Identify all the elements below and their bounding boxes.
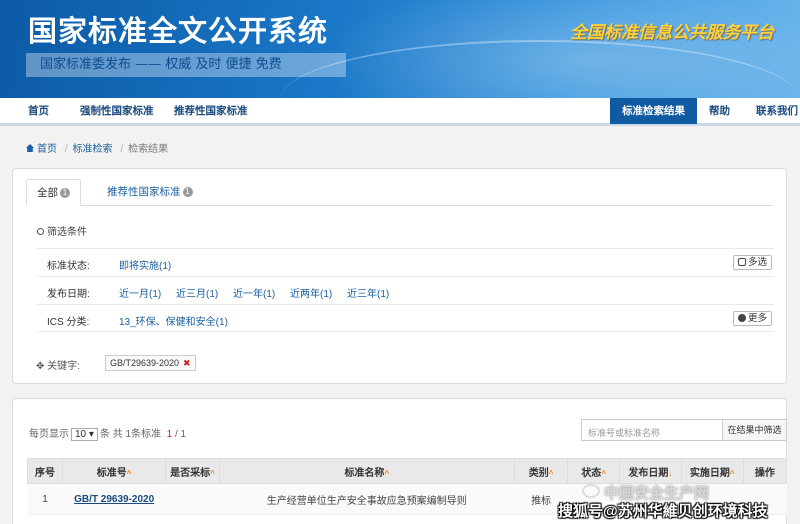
breadcrumb-separator: / bbox=[64, 144, 68, 155]
cell-adopted bbox=[165, 483, 220, 515]
breadcrumb-separator: / bbox=[120, 144, 124, 155]
filter-title: 筛选条件 bbox=[37, 223, 87, 238]
home-icon bbox=[26, 144, 34, 152]
page-total: 1 bbox=[180, 429, 187, 440]
keyword-label: ✥ 关键字: bbox=[36, 357, 80, 372]
ics-label: ICS 分类: bbox=[47, 317, 90, 328]
filter-row-date: 发布日期: 近一月(1) 近三月(1) 近一年(1) 近两年(1) 近三年(1) bbox=[37, 276, 774, 304]
multi-select-label: 多选 bbox=[747, 257, 767, 268]
cell-code-link[interactable]: GB/T 29639-2020 bbox=[62, 483, 166, 515]
breadcrumb: 首页 / 标准检索 / 检索结果 bbox=[26, 140, 168, 155]
more-button[interactable]: 更多 bbox=[732, 311, 772, 326]
ics-option[interactable]: 13_环保、保健和安全(1) bbox=[119, 313, 228, 328]
summary-post: 条标准 bbox=[131, 429, 162, 440]
col-code[interactable]: 标准号^ bbox=[62, 458, 167, 484]
date-option-1y[interactable]: 近一年(1) bbox=[233, 285, 275, 300]
table-header: 序号 标准号^ 是否采标^ 标准名称^ 类别^ 状态^ 发布日期↓ 实施日期^ … bbox=[26, 458, 788, 484]
page-current: 1 bbox=[166, 429, 173, 440]
site-title: 国家标准全文公开系统 bbox=[28, 14, 329, 48]
breadcrumb-current: 检索结果 bbox=[128, 144, 169, 155]
cell-no: 1 bbox=[27, 483, 63, 515]
col-type[interactable]: 类别^ bbox=[513, 458, 569, 484]
checkbox-icon bbox=[737, 258, 746, 266]
plus-icon bbox=[737, 314, 746, 322]
keyword-tag: GB/T29639-2020 ✖ bbox=[105, 355, 196, 371]
col-pub-date[interactable]: 发布日期↓ bbox=[618, 458, 682, 484]
nav-recommended[interactable]: 推荐性国家标准 bbox=[174, 98, 248, 124]
tab-all-count: 1 bbox=[60, 188, 70, 198]
platform-logo[interactable]: 全国标准信息公共服务平台 bbox=[570, 18, 774, 43]
col-status[interactable]: 状态^ bbox=[567, 458, 620, 484]
nav-help[interactable]: 帮助 bbox=[709, 98, 730, 124]
watermark: 中国安全生产网 搜狐号@苏州华維贝创环境科技 bbox=[556, 482, 800, 524]
filter-row-ics: ICS 分类: 13_环保、保健和安全(1) 更多 bbox=[37, 304, 774, 332]
tab-all-label: 全部 bbox=[37, 187, 58, 199]
col-impl-date[interactable]: 实施日期^ bbox=[680, 458, 744, 484]
category-tabs: 全部 1 推荐性国家标准 1 bbox=[26, 179, 773, 206]
nav-home[interactable]: 首页 bbox=[28, 98, 49, 124]
status-label: 标准状态: bbox=[47, 261, 90, 272]
nav-contact[interactable]: 联系我们 bbox=[756, 98, 798, 124]
filter-title-label: 筛选条件 bbox=[47, 227, 87, 238]
date-option-1m[interactable]: 近一月(1) bbox=[119, 285, 161, 300]
date-option-3y[interactable]: 近三年(1) bbox=[347, 285, 389, 300]
tab-recommended[interactable]: 推荐性国家标准 1 bbox=[97, 179, 203, 206]
search-icon bbox=[37, 228, 44, 235]
pager-summary: 每页显示 10 ▾ 条 共 1条标准 1 / 1 bbox=[29, 425, 186, 441]
filter-row-status: 标准状态: 即将实施(1) 多选 bbox=[37, 248, 774, 276]
date-label: 发布日期: bbox=[47, 289, 90, 300]
col-name[interactable]: 标准名称^ bbox=[218, 458, 515, 484]
remove-keyword-icon[interactable]: ✖ bbox=[183, 358, 191, 368]
date-option-2y[interactable]: 近两年(1) bbox=[290, 285, 332, 300]
page-separator: / bbox=[174, 429, 178, 440]
col-action: 操作 bbox=[742, 458, 788, 484]
breadcrumb-home[interactable]: 首页 bbox=[37, 144, 57, 155]
per-page-select[interactable]: 10 ▾ bbox=[71, 428, 98, 441]
result-search-input[interactable]: 标准号或标准名称 bbox=[581, 419, 723, 441]
nav-results[interactable]: 标准检索结果 bbox=[610, 98, 697, 124]
date-option-3m[interactable]: 近三月(1) bbox=[176, 285, 218, 300]
tab-all[interactable]: 全部 1 bbox=[26, 179, 81, 206]
per-page-label: 每页显示 bbox=[29, 429, 69, 440]
watermark-logo-icon bbox=[582, 484, 600, 498]
keyword-label-text: 关键字: bbox=[47, 361, 80, 372]
status-option[interactable]: 即将实施(1) bbox=[119, 257, 171, 272]
site-banner: 国家标准全文公开系统 国家标准委发布 —— 权威 及时 便捷 免费 全国标准信息… bbox=[0, 0, 800, 98]
col-no: 序号 bbox=[26, 458, 64, 484]
more-label: 更多 bbox=[747, 313, 767, 324]
watermark-line2: 搜狐号@苏州华維贝创环境科技 bbox=[558, 503, 768, 520]
keyword-value: GB/T29639-2020 bbox=[110, 358, 180, 368]
nav-mandatory[interactable]: 强制性国家标准 bbox=[80, 98, 154, 124]
tab-recommended-label: 推荐性国家标准 bbox=[107, 186, 181, 198]
cell-name[interactable]: 生产经营单位生产安全事故应急预案编制导则 bbox=[219, 483, 515, 515]
slogan: 国家标准委发布 —— 权威 及时 便捷 免费 bbox=[26, 53, 346, 77]
breadcrumb-search[interactable]: 标准检索 bbox=[73, 144, 113, 155]
filter-in-results-button[interactable]: 在结果中筛选 bbox=[722, 419, 787, 441]
col-adopted[interactable]: 是否采标^ bbox=[165, 458, 220, 484]
tab-recommended-count: 1 bbox=[182, 187, 193, 197]
summary-pre: 条 共 bbox=[99, 429, 123, 440]
main-nav: 首页 强制性国家标准 推荐性国家标准 标准检索结果 帮助 联系我们 bbox=[0, 98, 800, 126]
multi-select-button[interactable]: 多选 bbox=[732, 255, 772, 270]
filter-panel: 全部 1 推荐性国家标准 1 筛选条件 标准状态: 即将实施(1) 多选 发布日期:… bbox=[12, 168, 787, 384]
keyword-icon: ✥ bbox=[36, 361, 48, 372]
